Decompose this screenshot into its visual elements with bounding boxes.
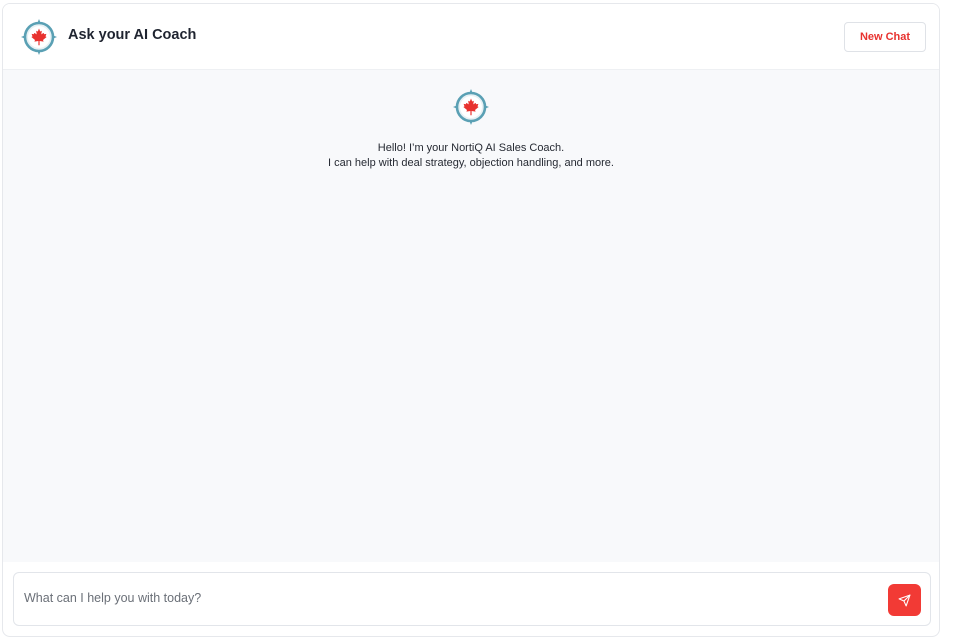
send-button[interactable] (888, 584, 921, 616)
welcome-message: Hello! I’m your NortiQ AI Sales Coach. I… (3, 141, 939, 171)
page-title: Ask your AI Coach (68, 27, 197, 43)
ai-coach-panel: Ask your AI Coach New Chat Hello! I’m yo… (2, 3, 940, 637)
header: Ask your AI Coach New Chat (3, 4, 939, 70)
compass-maple-leaf-icon (20, 18, 58, 56)
chat-messages-area: Hello! I’m your NortiQ AI Sales Coach. I… (3, 70, 939, 562)
message-composer (13, 572, 931, 626)
message-input[interactable] (24, 585, 874, 611)
new-chat-button[interactable]: New Chat (844, 22, 926, 52)
send-icon (898, 594, 911, 607)
welcome-line-2: I can help with deal strategy, objection… (328, 157, 614, 169)
compass-maple-leaf-icon (452, 88, 490, 126)
welcome-line-1: Hello! I’m your NortiQ AI Sales Coach. (377, 142, 565, 154)
